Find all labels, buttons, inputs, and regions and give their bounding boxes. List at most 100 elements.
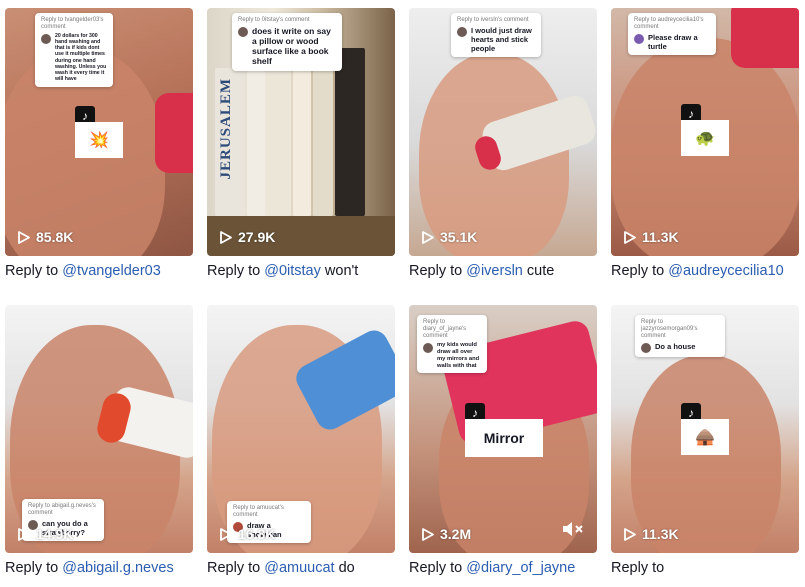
sticker: 🐢 (681, 120, 729, 156)
video-thumbnail[interactable]: JERUSALEM Reply to 0itstay's comment doe… (207, 8, 395, 256)
mention-link[interactable]: @amuucat (264, 560, 334, 576)
comment-text: 20 dollars for 300 hand washing and that… (55, 32, 107, 83)
video-card[interactable]: Reply to audreycecilia10's comment Pleas… (611, 8, 799, 280)
view-count: 16.8K (220, 526, 275, 542)
video-caption: Reply to @0itstay won't (207, 262, 402, 280)
avatar (641, 342, 651, 353)
view-count-value: 14.9K (36, 526, 74, 542)
book (247, 63, 265, 216)
play-icon (18, 527, 30, 541)
play-icon (422, 230, 434, 244)
avatar (423, 342, 433, 353)
video-thumbnail[interactable]: Reply to iversln's comment I would just … (409, 8, 597, 256)
comment-text: Do a house (655, 341, 696, 351)
caption-rest: do (334, 560, 355, 576)
comment-text: does it write on say a pillow or wood su… (252, 25, 331, 67)
comment-bubble: Reply to jazzyrosemorgan09's comment Do … (635, 315, 725, 357)
view-count: 27.9K (220, 229, 275, 245)
mention-link[interactable]: @diary_of_jayne (466, 560, 575, 576)
video-caption: Reply to (611, 559, 805, 577)
book (293, 56, 311, 216)
play-icon (422, 527, 434, 541)
video-thumbnail[interactable]: Reply to amuucat's comment draw a snowma… (207, 305, 395, 553)
video-caption: Reply to @tvangelder03 (5, 262, 200, 280)
marker-bottle (155, 93, 193, 173)
video-card[interactable]: Reply to tvangelder03's comment 20 dolla… (5, 8, 193, 280)
comment-bubble: Reply to diary_of_jayne's comment my kid… (417, 315, 487, 374)
video-caption: Reply to @iversln cute (409, 262, 604, 280)
mention-link[interactable]: @iversln (466, 263, 523, 279)
caption-prefix: Reply to (611, 560, 665, 576)
mention-link[interactable]: @abigail.g.neves (62, 560, 173, 576)
video-caption: Reply to @abigail.g.neves (5, 559, 200, 577)
caption-prefix: Reply to (409, 263, 467, 279)
video-card[interactable]: Reply to iversln's comment I would just … (409, 8, 597, 280)
view-count: 85.8K (18, 229, 73, 245)
view-count: 35.1K (422, 229, 477, 245)
video-card[interactable]: Reply to diary_of_jayne's comment my kid… (409, 305, 597, 577)
comment-bubble: Reply to iversln's comment I would just … (451, 13, 541, 57)
video-card[interactable]: Reply to jazzyrosemorgan09's comment Do … (611, 305, 799, 577)
comment-header: Reply to tvangelder03's comment (41, 17, 104, 30)
view-count: 11.3K (624, 526, 679, 542)
play-icon (220, 527, 232, 541)
comment-header: Reply to abigail.g.neves's comment (28, 503, 96, 516)
caption-rest: cute (522, 263, 555, 279)
avatar (238, 26, 248, 37)
view-count: 11.3K (624, 229, 679, 245)
comment-bubble: Reply to audreycecilia10's comment Pleas… (628, 13, 716, 55)
caption-prefix: Reply to (611, 263, 669, 279)
comment-text: my kids would draw all over my mirrors a… (437, 341, 480, 369)
marker-bottle (731, 8, 799, 68)
video-thumbnail[interactable]: Reply to jazzyrosemorgan09's comment Do … (611, 305, 799, 553)
avatar (634, 33, 644, 44)
comment-text: Please draw a turtle (648, 32, 698, 51)
sticker: Mirror (465, 419, 543, 457)
book (313, 60, 333, 216)
comment-header: Reply to audreycecilia10's comment (634, 17, 704, 30)
avatar (457, 26, 467, 37)
comment-bubble: Reply to tvangelder03's comment 20 dolla… (35, 13, 113, 87)
view-count-value: 11.3K (642, 229, 679, 245)
view-count: 3.2M (422, 526, 471, 542)
mention-link[interactable]: @audreycecilia10 (668, 263, 783, 279)
video-caption: Reply to @diary_of_jayne (409, 559, 604, 577)
video-card[interactable]: JERUSALEM Reply to 0itstay's comment doe… (207, 8, 395, 280)
view-count-value: 35.1K (440, 229, 478, 245)
play-icon (624, 230, 636, 244)
video-thumbnail[interactable]: Reply to abigail.g.neves's comment can y… (5, 305, 193, 553)
comment-header: Reply to diary_of_jayne's comment (423, 319, 467, 339)
video-thumbnail[interactable]: Reply to diary_of_jayne's comment my kid… (409, 305, 597, 553)
caption-rest: won't (320, 263, 359, 279)
bookend (335, 48, 365, 216)
mention-link[interactable]: @0itstay (264, 263, 321, 279)
avatar (41, 33, 51, 44)
sticker: 💥 (75, 122, 123, 158)
video-caption: Reply to @amuucat do (207, 559, 402, 577)
play-icon (18, 230, 30, 244)
caption-prefix: Reply to (207, 263, 265, 279)
caption-prefix: Reply to (207, 560, 265, 576)
comment-bubble: Reply to 0itstay's comment does it write… (232, 13, 342, 71)
comment-header: Reply to 0itstay's comment (238, 17, 310, 23)
video-thumbnail[interactable]: Reply to tvangelder03's comment 20 dolla… (5, 8, 193, 256)
play-icon (220, 230, 232, 244)
view-count-value: 27.9K (238, 229, 276, 245)
caption-prefix: Reply to (5, 560, 63, 576)
comment-header: Reply to jazzyrosemorgan09's comment (641, 319, 698, 339)
book (267, 58, 291, 216)
video-card[interactable]: Reply to abigail.g.neves's comment can y… (5, 305, 193, 577)
sticker: 🛖 (681, 419, 729, 455)
video-thumbnail[interactable]: Reply to audreycecilia10's comment Pleas… (611, 8, 799, 256)
comment-text: I would just draw hearts and stick peopl… (471, 25, 532, 53)
comment-header: Reply to amuucat's comment (233, 505, 284, 518)
view-count-value: 85.8K (36, 229, 74, 245)
caption-prefix: Reply to (409, 560, 467, 576)
view-count-value: 11.3K (642, 526, 679, 542)
book-title: JERUSALEM (218, 78, 234, 180)
view-count: 14.9K (18, 526, 73, 542)
mention-link[interactable]: @tvangelder03 (62, 263, 161, 279)
video-caption: Reply to @audreycecilia10 (611, 262, 805, 280)
video-card[interactable]: Reply to amuucat's comment draw a snowma… (207, 305, 395, 577)
mute-icon[interactable] (562, 521, 584, 541)
